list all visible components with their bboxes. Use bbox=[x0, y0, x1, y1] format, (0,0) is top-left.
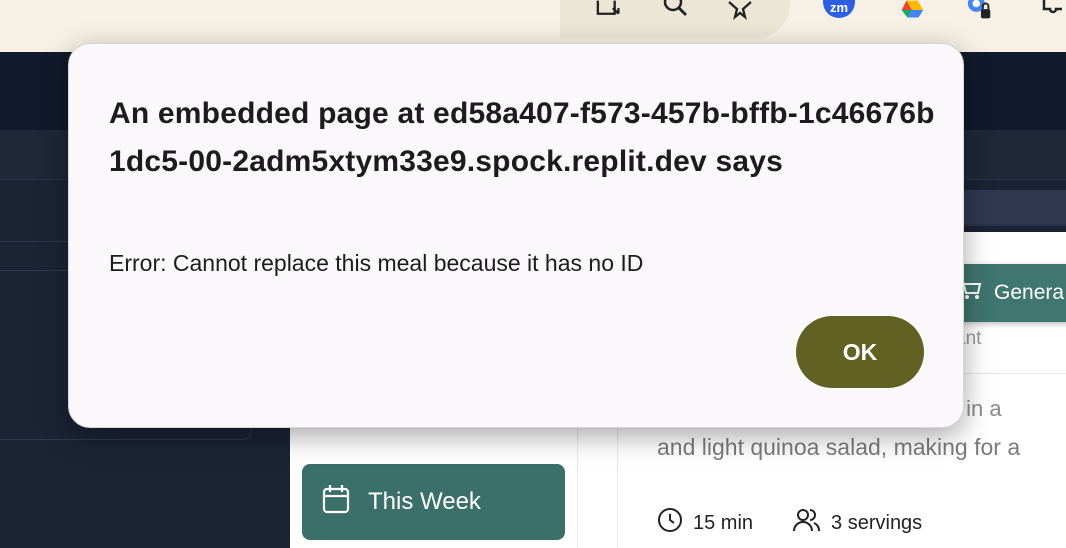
servings-value: 3 servings bbox=[831, 511, 923, 534]
dialog-title: An embedded page at ed58a407-f573-457b-b… bbox=[109, 97, 935, 178]
clock-icon bbox=[657, 507, 683, 539]
alert-dialog: An embedded page at ed58a407-f573-457b-b… bbox=[68, 43, 964, 428]
users-icon bbox=[793, 507, 821, 539]
prep-time: 15 min bbox=[657, 507, 753, 539]
dialog-message: Error: Cannot replace this meal because … bbox=[109, 250, 644, 276]
zoom-icon[interactable] bbox=[662, 0, 690, 20]
cast-icon[interactable] bbox=[596, 0, 624, 20]
servings: 3 servings bbox=[793, 507, 922, 539]
zm-extension-icon[interactable]: zm bbox=[823, 0, 855, 18]
google-drive-icon[interactable] bbox=[898, 0, 926, 20]
bookmark-star-icon[interactable] bbox=[726, 0, 754, 20]
extensions-puzzle-icon[interactable] bbox=[1038, 0, 1066, 20]
calendar-icon bbox=[322, 484, 350, 521]
this-week-label: This Week bbox=[368, 488, 481, 515]
ok-button[interactable]: OK bbox=[796, 316, 924, 388]
generate-label: Genera bbox=[994, 281, 1065, 304]
meal-description-line2: and light quinoa salad, making for a bbox=[657, 434, 1021, 460]
prep-time-value: 15 min bbox=[693, 511, 754, 534]
content-header-accent bbox=[960, 190, 1066, 224]
meal-meta: 15 min 3 servings bbox=[657, 507, 962, 539]
chrome-profile-lock-icon[interactable] bbox=[966, 0, 994, 20]
this-week-button[interactable]: This Week bbox=[302, 464, 565, 540]
